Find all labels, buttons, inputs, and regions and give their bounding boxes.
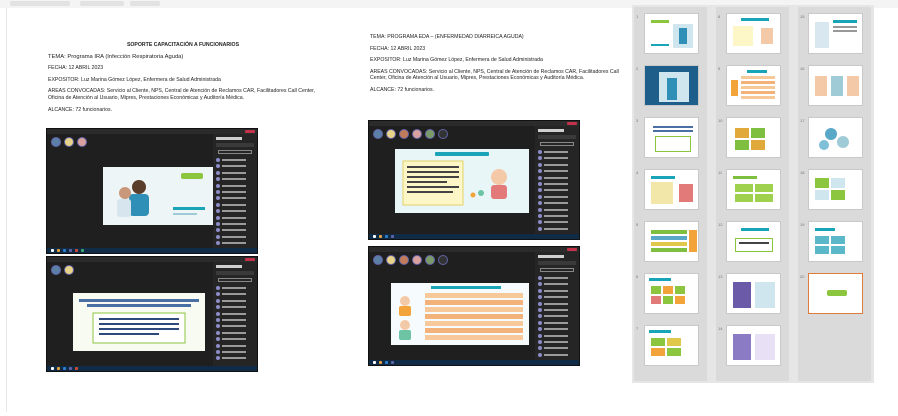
slide-number: 17 bbox=[800, 118, 805, 123]
slide-number: 13 bbox=[718, 274, 723, 279]
slide-column-1: 1 2 3 4 5 6 7 bbox=[634, 7, 707, 381]
slide-number: 14 bbox=[718, 326, 723, 331]
participant-avatars bbox=[373, 255, 448, 265]
report-eda: TEMA: PROGRAMA EDA – (ENFERMEDAD DIARREI… bbox=[370, 34, 632, 99]
report-areas: AREAS CONVOCADAS: Servicio al Cliente, N… bbox=[370, 68, 619, 82]
slide-number: 7 bbox=[636, 326, 639, 331]
report-fecha: FECHA: 12 ABRIL 2023 bbox=[370, 45, 426, 52]
slide-thumbnail[interactable] bbox=[808, 221, 863, 262]
slide-number: 4 bbox=[636, 170, 639, 175]
left-margin-rule bbox=[6, 8, 7, 412]
participant-avatars bbox=[51, 137, 87, 147]
slide-number: 18 bbox=[800, 170, 805, 175]
avatar bbox=[77, 137, 87, 147]
slide-number: 5 bbox=[636, 222, 639, 227]
slide-table-graphic bbox=[399, 286, 523, 340]
slide-thumbnail[interactable] bbox=[644, 221, 699, 262]
report-heading: SOPORTE CAPACITACIÓN A FUNCIONARIOS bbox=[126, 42, 240, 48]
slide-thumbnail[interactable] bbox=[726, 117, 781, 158]
slide-thumbnail-selected[interactable] bbox=[808, 273, 863, 314]
slide-column-3: 15 16 17 18 19 20 bbox=[798, 7, 871, 381]
slide-thumbnail[interactable] bbox=[644, 13, 699, 54]
meeting-screenshot-3 bbox=[368, 120, 580, 240]
report-areas: AREAS CONVOCADAS: Servicio al Cliente, N… bbox=[48, 88, 315, 101]
shared-slide bbox=[391, 283, 529, 345]
slide-photo-graphic bbox=[103, 167, 213, 225]
slide-number: 6 bbox=[636, 274, 639, 279]
top-grip bbox=[80, 1, 124, 6]
meeting-screenshot-4 bbox=[368, 246, 580, 366]
report-tema: TEMA: PROGRAMA EDA – (ENFERMEDAD DIARREI… bbox=[370, 34, 524, 40]
slide-number: 16 bbox=[800, 66, 805, 71]
slide-number: 15 bbox=[800, 14, 805, 19]
top-grip bbox=[10, 1, 70, 6]
participants-panel bbox=[213, 134, 257, 248]
leave-button bbox=[245, 130, 255, 133]
slide-thumbnail[interactable] bbox=[644, 169, 699, 210]
shared-slide bbox=[73, 293, 205, 351]
participants-panel bbox=[535, 126, 579, 234]
slide-thumbnail[interactable] bbox=[644, 65, 699, 106]
slide-column-2: 8 9 10 11 12 13 14 bbox=[716, 7, 789, 381]
slide-thumbnail[interactable] bbox=[726, 325, 781, 366]
slide-text-graphic bbox=[79, 299, 199, 344]
taskbar bbox=[47, 248, 257, 253]
slide-thumbnail[interactable] bbox=[726, 273, 781, 314]
slide-thumbnail[interactable] bbox=[808, 117, 863, 158]
slide-thumbnail[interactable] bbox=[808, 169, 863, 210]
slide-number: 12 bbox=[718, 222, 723, 227]
avatar bbox=[51, 137, 61, 147]
report-expositor: EXPOSITOR: Luz Marina Gómez López, Enfer… bbox=[48, 76, 221, 83]
avatar bbox=[51, 265, 61, 275]
report-tema: TEMA: Programa IRA (Infección Respirator… bbox=[48, 53, 184, 60]
slide-thumbnail[interactable] bbox=[726, 13, 781, 54]
leave-button bbox=[567, 122, 577, 125]
slide-thumbnail[interactable] bbox=[726, 65, 781, 106]
meeting-screenshot-2 bbox=[46, 256, 258, 372]
slide-number: 11 bbox=[718, 170, 723, 175]
meeting-screenshot-1 bbox=[46, 128, 258, 254]
slide-thumbnail[interactable] bbox=[644, 325, 699, 366]
participant-avatars bbox=[373, 129, 448, 139]
slide-thumbnail[interactable] bbox=[808, 13, 863, 54]
slide-eda-graphic bbox=[402, 152, 507, 206]
taskbar bbox=[47, 366, 257, 371]
slide-thumbnail[interactable] bbox=[644, 273, 699, 314]
participants-panel bbox=[535, 252, 579, 360]
slide-number: 2 bbox=[636, 66, 639, 71]
report-expositor: EXPOSITOR: Luz Marina Gómez López, Enfer… bbox=[370, 57, 543, 64]
slide-thumbnail[interactable] bbox=[644, 117, 699, 158]
slide-number: 9 bbox=[718, 66, 721, 71]
leave-button bbox=[567, 248, 577, 251]
avatar bbox=[64, 265, 74, 275]
top-grip bbox=[130, 1, 160, 6]
slide-number: 20 bbox=[800, 274, 805, 279]
report-alcance: ALCANCE: 72 funcionarios. bbox=[370, 86, 435, 93]
slide-thumbnail[interactable] bbox=[808, 65, 863, 106]
report-fecha: FECHA: 12 ABRIL 2023 bbox=[48, 65, 104, 72]
report-alcance: ALCANCE: 72 funcionarios. bbox=[48, 106, 113, 113]
shared-slide bbox=[395, 149, 529, 213]
participants-panel bbox=[213, 262, 257, 366]
slide-sorter: 1 2 3 4 5 6 7 8 9 10 11 12 13 14 15 16 1… bbox=[632, 5, 874, 383]
slide-number: 8 bbox=[718, 14, 721, 19]
slide-thumbnail[interactable] bbox=[726, 221, 781, 262]
taskbar bbox=[369, 360, 579, 365]
slide-number: 19 bbox=[800, 222, 805, 227]
slide-number: 10 bbox=[718, 118, 723, 123]
participant-avatars bbox=[51, 265, 74, 275]
slide-thumbnail[interactable] bbox=[726, 169, 781, 210]
shared-slide bbox=[103, 167, 213, 225]
leave-button bbox=[245, 258, 255, 261]
slide-number: 1 bbox=[636, 14, 639, 19]
slide-number: 3 bbox=[636, 118, 639, 123]
taskbar bbox=[369, 234, 579, 239]
report-ira: SOPORTE CAPACITACIÓN A FUNCIONARIOS TEMA… bbox=[48, 42, 318, 118]
avatar bbox=[64, 137, 74, 147]
